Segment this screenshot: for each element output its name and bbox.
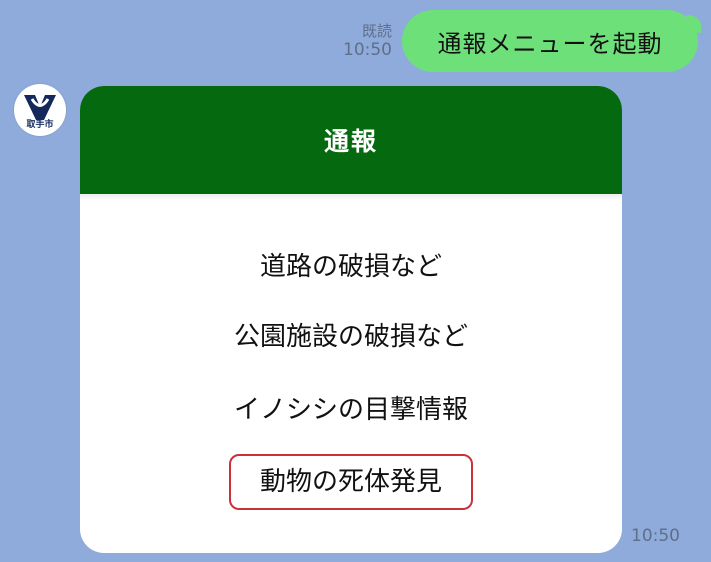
menu-item-label: 道路の破損など bbox=[259, 252, 442, 282]
menu-item-label: 動物の死体発見 bbox=[229, 454, 473, 510]
received-time: 10:50 bbox=[631, 526, 680, 546]
avatar-label: 取手市 bbox=[26, 120, 54, 130]
read-receipt: 既読 10:50 bbox=[343, 22, 392, 60]
menu-item-label: イノシシの目撃情報 bbox=[233, 395, 468, 425]
sent-message-bubble: 通報メニューを起動 bbox=[402, 10, 698, 72]
menu-header: 通報 bbox=[80, 86, 622, 194]
menu-item-wild-boar-sighting[interactable]: イノシシの目撃情報 bbox=[80, 381, 622, 439]
menu-title: 通報 bbox=[323, 127, 378, 156]
sent-message-text: 通報メニューを起動 bbox=[437, 29, 663, 58]
read-label: 既読 bbox=[361, 22, 392, 40]
menu-header-shadow bbox=[80, 194, 622, 200]
menu-item-label: 公園施設の破損など bbox=[233, 322, 468, 352]
sent-time: 10:50 bbox=[343, 40, 392, 60]
avatar[interactable]: 取手市 bbox=[14, 84, 66, 136]
menu-item-road-damage[interactable]: 道路の破損など bbox=[80, 238, 622, 296]
report-menu-card: 通報 道路の破損など 公園施設の破損など イノシシの目撃情報 動物の死体発見 bbox=[80, 86, 622, 553]
menu-item-dead-animal-found[interactable]: 動物の死体発見 bbox=[80, 453, 622, 511]
menu-item-park-facility-damage[interactable]: 公園施設の破損など bbox=[80, 308, 622, 366]
